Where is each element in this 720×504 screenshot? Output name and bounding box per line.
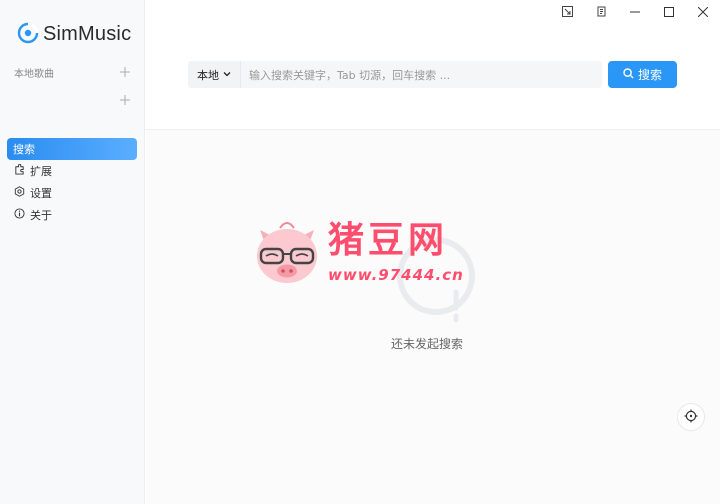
watermark-title: 猪豆网 — [328, 219, 449, 261]
sidebar-item-about[interactable]: 关于 — [14, 205, 52, 225]
search-input[interactable]: 输入搜索关键字，Tab 切源，回车搜索 ... — [240, 61, 602, 88]
sidebar-item-label: 搜索 — [13, 143, 35, 156]
search-button-label: 搜索 — [637, 68, 662, 82]
search-placeholder: 输入搜索关键字，Tab 切源，回车搜索 ... — [249, 68, 451, 82]
minimize-button[interactable] — [618, 0, 652, 26]
minimize-icon — [630, 6, 640, 20]
mini-mode-icon — [561, 6, 573, 20]
info-icon — [14, 208, 25, 222]
search-button[interactable]: 搜索 — [608, 61, 677, 88]
empty-state-text: 还未发起搜索 — [391, 337, 464, 351]
lyrics-button[interactable] — [584, 0, 618, 26]
add-icon[interactable] — [118, 65, 132, 79]
brand: SimMusic — [17, 22, 131, 47]
source-select-value: 本地 — [197, 68, 219, 82]
add-icon[interactable] — [118, 93, 132, 107]
sidebar: SimMusic 本地歌曲 搜索 扩展 设置 关于 — [0, 0, 145, 504]
sidebar-item-settings[interactable]: 设置 — [14, 183, 52, 203]
logo-icon — [17, 22, 39, 47]
close-icon — [697, 6, 709, 20]
sidebar-item-search[interactable]: 搜索 — [7, 138, 137, 160]
lyrics-icon — [596, 6, 607, 20]
extension-icon — [14, 163, 25, 178]
chevron-down-icon — [223, 68, 231, 81]
source-select[interactable]: 本地 — [188, 61, 240, 88]
locate-current-button[interactable] — [677, 403, 705, 431]
window-controls — [550, 0, 720, 26]
app-name: SimMusic — [43, 23, 132, 45]
sidebar-item-label: 扩展 — [30, 165, 52, 178]
search-bar: 本地 输入搜索关键字，Tab 切源，回车搜索 ... — [188, 61, 602, 88]
sidebar-item-extensions[interactable]: 扩展 — [14, 161, 52, 181]
maximize-button[interactable] — [652, 0, 686, 26]
locate-icon — [684, 409, 698, 426]
search-icon — [623, 67, 634, 82]
close-button[interactable] — [686, 0, 720, 26]
section-label: 本地歌曲 — [14, 68, 54, 80]
sidebar-section-local[interactable]: 本地歌曲 — [14, 62, 132, 82]
mini-mode-button[interactable] — [550, 0, 584, 26]
settings-icon — [14, 186, 25, 200]
pig-logo-icon — [252, 220, 322, 289]
sidebar-item-label: 关于 — [30, 209, 52, 222]
watermark: 猪豆网 www.97444.cn — [252, 218, 472, 290]
watermark-url: www.97444.cn — [328, 266, 464, 284]
sidebar-section-playlists[interactable] — [14, 90, 132, 110]
sidebar-item-label: 设置 — [30, 187, 52, 200]
maximize-icon — [664, 6, 674, 20]
